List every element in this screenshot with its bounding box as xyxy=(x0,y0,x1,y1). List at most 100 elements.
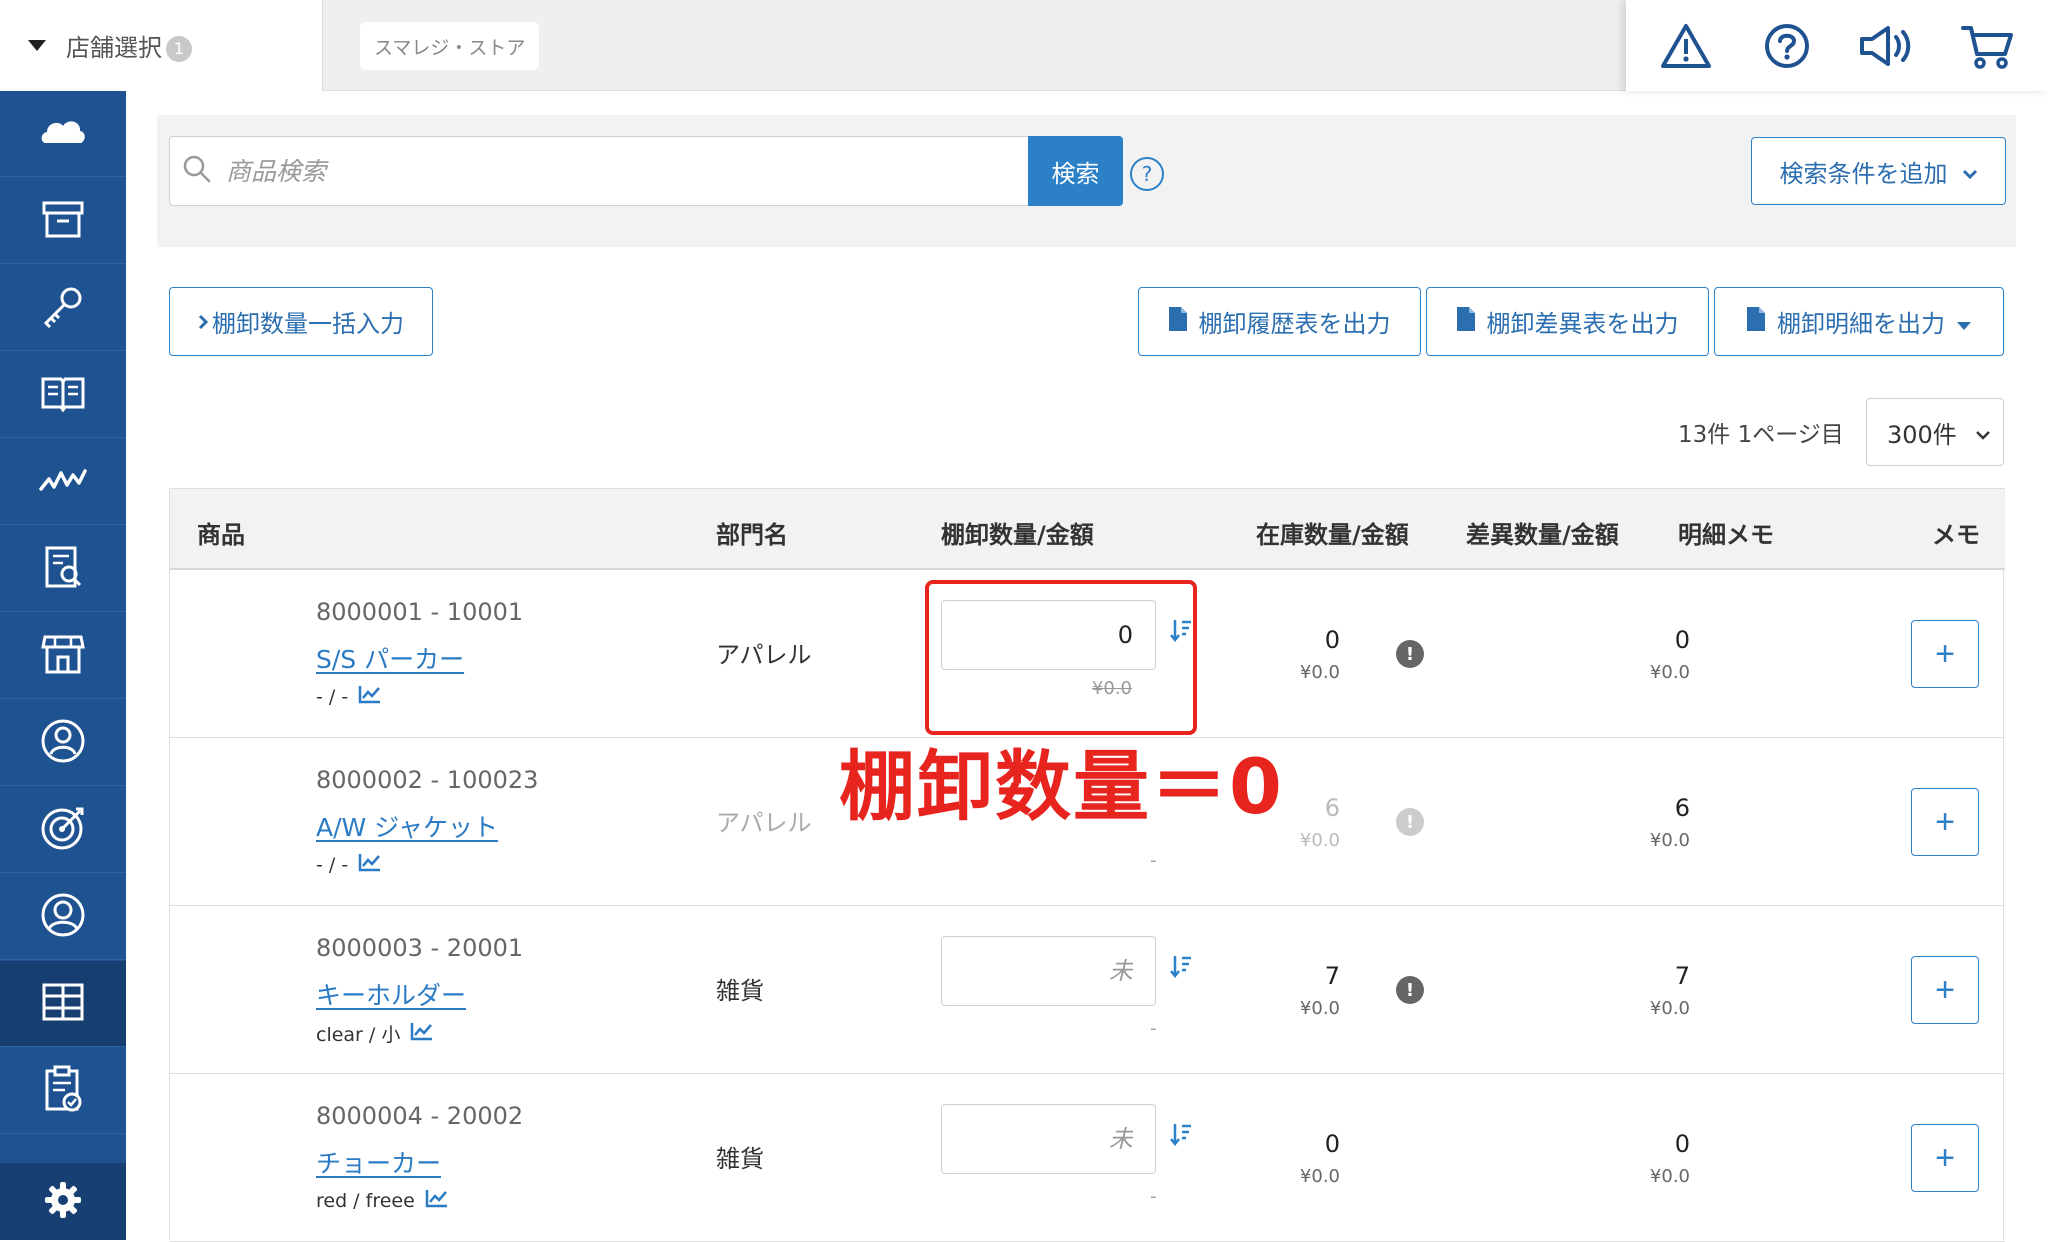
product-name-link[interactable]: A/W ジャケット xyxy=(316,808,498,844)
stock-amount: ¥0.0 xyxy=(1299,662,1340,683)
diff-amount: ¥0.0 xyxy=(1649,830,1690,851)
table-header: 商品 部門名 棚卸数量/金額 在庫数量/金額 差異数量/金額 明細メモ メモ xyxy=(170,488,2005,570)
sidebar-settings[interactable] xyxy=(0,1163,126,1240)
header-product[interactable]: 商品 xyxy=(197,515,245,550)
sidebar-item-cloud[interactable] xyxy=(0,91,126,177)
stock-warning-icon[interactable]: ! xyxy=(1396,976,1424,1004)
diff-quantity: 0 xyxy=(1674,626,1690,654)
chart-line-icon[interactable] xyxy=(358,684,382,709)
product-name-link[interactable]: チョーカー xyxy=(316,1144,441,1180)
sidebar-item-store[interactable] xyxy=(0,613,126,699)
add-search-condition-label: 検索条件を追加 xyxy=(1779,159,1948,188)
sidebar-item-target[interactable] xyxy=(0,787,126,873)
stock-amount: ¥0.0 xyxy=(1299,998,1340,1019)
sidebar-item-book[interactable] xyxy=(0,352,126,438)
export-diff-label: 棚卸差異表を出力 xyxy=(1486,310,1679,338)
chart-line-icon[interactable] xyxy=(425,1188,449,1213)
sort-amount-icon[interactable] xyxy=(1170,954,1192,982)
search-help-icon[interactable]: ? xyxy=(1130,157,1164,191)
product-code: 8000004 - 20002 xyxy=(316,1102,524,1130)
current-store-chip[interactable]: スマレジ・ストア xyxy=(360,22,540,70)
sidebar-item-report[interactable] xyxy=(0,526,126,612)
export-history-label: 棚卸履歴表を出力 xyxy=(1198,310,1391,338)
chevron-down-icon xyxy=(1975,418,1991,446)
header-count[interactable]: 棚卸数量/金額 xyxy=(941,515,1094,550)
chevron-right-icon xyxy=(198,308,209,336)
header-department[interactable]: 部門名 xyxy=(716,515,788,550)
store-select[interactable]: 店舗選択 1 xyxy=(0,0,323,91)
chevron-down-icon xyxy=(1962,157,1978,185)
stock-amount: ¥0.0 xyxy=(1299,1166,1340,1187)
export-detail-button[interactable]: 棚卸明細を出力 xyxy=(1714,287,2004,356)
sidebar-item-archive[interactable] xyxy=(0,178,126,264)
stock-quantity: 7 xyxy=(1324,962,1340,990)
diff-amount: ¥0.0 xyxy=(1649,998,1690,1019)
help-icon[interactable] xyxy=(1757,16,1817,76)
report-icon xyxy=(43,544,83,594)
stock-warning-icon[interactable]: ! xyxy=(1396,640,1424,668)
diff-quantity: 0 xyxy=(1674,1130,1690,1158)
product-variant: clear / 小 xyxy=(316,1020,434,1047)
sidebar-item-user[interactable] xyxy=(0,874,126,960)
count-quantity-input[interactable] xyxy=(941,1104,1156,1174)
add-memo-button[interactable]: + xyxy=(1911,620,1979,688)
sidebar-item-key[interactable] xyxy=(0,265,126,351)
document-icon xyxy=(1456,306,1475,337)
variant-text: - / - xyxy=(316,685,349,708)
add-search-condition-button[interactable]: 検索条件を追加 xyxy=(1751,137,2006,205)
megaphone-icon[interactable] xyxy=(1857,16,1917,76)
count-quantity-input[interactable] xyxy=(941,936,1156,1006)
store-icon xyxy=(41,633,85,679)
count-amount: - xyxy=(1150,1018,1157,1039)
sidebar-item-customer[interactable] xyxy=(0,700,126,786)
table-row: 8000003 - 20001 キーホルダー clear / 小 雑貨 - 7 … xyxy=(170,906,2005,1074)
annotation-highlight-box xyxy=(925,580,1197,735)
cart-icon[interactable] xyxy=(1958,16,2018,76)
stock-amount: ¥0.0 xyxy=(1299,830,1340,851)
variant-text: red / freee xyxy=(316,1189,415,1212)
diff-amount: ¥0.0 xyxy=(1649,662,1690,683)
sidebar-item-clipboard[interactable] xyxy=(0,1048,126,1134)
cloud-icon xyxy=(40,115,86,153)
product-name-link[interactable]: S/S パーカー xyxy=(316,640,464,676)
document-icon xyxy=(1747,306,1765,337)
pager-summary: 13件 1ページ目 xyxy=(1678,422,1844,448)
product-name-link[interactable]: キーホルダー xyxy=(316,976,466,1012)
search-button[interactable]: 検索 xyxy=(1028,136,1123,206)
product-variant: red / freee xyxy=(316,1188,449,1213)
add-memo-button[interactable]: + xyxy=(1911,956,1979,1024)
bulk-count-input-button[interactable]: 棚卸数量一括入力 xyxy=(169,287,433,356)
product-variant: - / - xyxy=(316,684,382,709)
per-page-select[interactable]: 300件 xyxy=(1866,398,2004,466)
gear-icon xyxy=(43,1180,83,1224)
export-diff-button[interactable]: 棚卸差異表を出力 xyxy=(1426,287,1709,356)
top-bar: 店舗選択 1 スマレジ・ストア xyxy=(0,0,2048,91)
sidebar xyxy=(0,91,126,1240)
add-memo-button[interactable]: + xyxy=(1911,1124,1979,1192)
top-icon-group xyxy=(1626,0,2048,91)
archive-icon xyxy=(41,199,85,243)
sidebar-item-activity[interactable] xyxy=(0,439,126,525)
sort-amount-icon[interactable] xyxy=(1170,1122,1192,1150)
add-memo-button[interactable]: + xyxy=(1911,788,1979,856)
bulk-count-input-label: 棚卸数量一括入力 xyxy=(212,310,404,338)
header-diff[interactable]: 差異数量/金額 xyxy=(1466,515,1619,550)
inventory-icon xyxy=(40,981,86,1027)
store-count-badge: 1 xyxy=(166,35,192,62)
warning-icon[interactable] xyxy=(1656,16,1716,76)
export-history-button[interactable]: 棚卸履歴表を出力 xyxy=(1138,287,1421,356)
variant-text: clear / 小 xyxy=(316,1024,401,1046)
header-stock[interactable]: 在庫数量/金額 xyxy=(1256,515,1409,550)
chart-line-icon[interactable] xyxy=(410,1021,434,1046)
caret-down-icon xyxy=(28,40,46,51)
search-input[interactable] xyxy=(226,156,986,186)
stock-warning-icon[interactable]: ! xyxy=(1396,808,1424,836)
chart-line-icon[interactable] xyxy=(358,852,382,877)
sidebar-item-inventory[interactable] xyxy=(0,961,126,1047)
variant-text: - / - xyxy=(316,853,349,876)
diff-quantity: 6 xyxy=(1674,794,1690,822)
count-amount: - xyxy=(1150,850,1157,871)
customer-icon xyxy=(40,718,86,768)
export-detail-label: 棚卸明細を出力 xyxy=(1777,310,1945,338)
department-name: 雑貨 xyxy=(716,977,764,1005)
